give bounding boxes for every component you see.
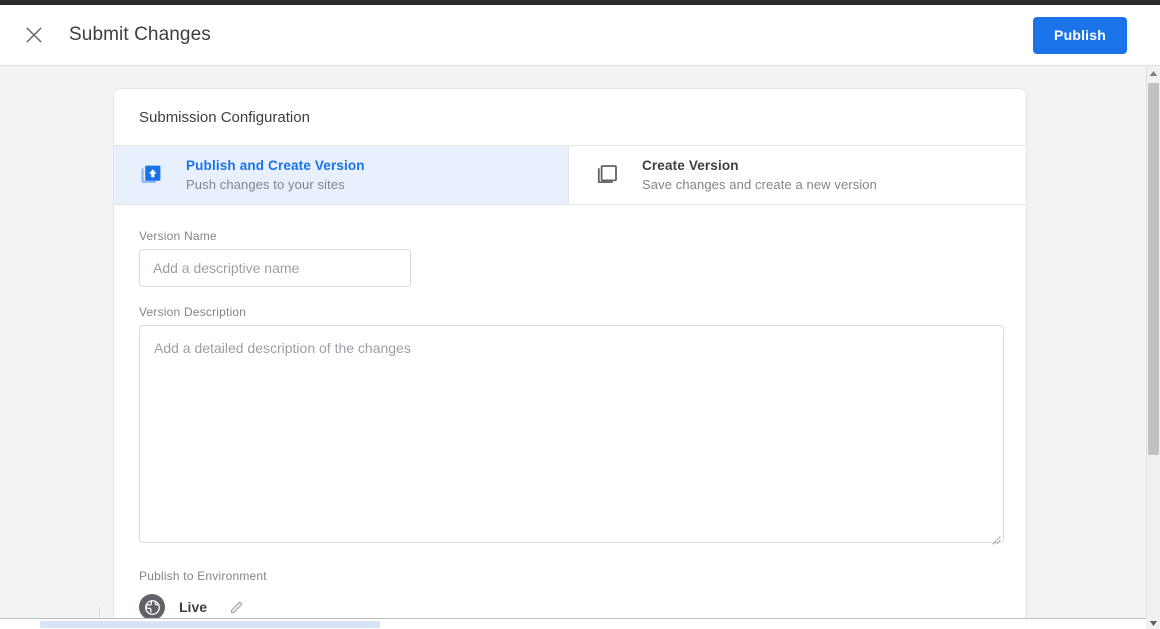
version-name-field-group: Version Name (139, 229, 1001, 287)
submission-form: Version Name Version Description Publish… (114, 205, 1026, 618)
vertical-scrollbar[interactable] (1146, 66, 1160, 618)
publish-button[interactable]: Publish (1033, 16, 1127, 54)
caret-up-icon[interactable] (1147, 66, 1160, 81)
version-name-label: Version Name (139, 229, 217, 243)
bottom-left-pane (0, 607, 100, 618)
globe-public-icon (139, 594, 165, 618)
option-subtitle: Save changes and create a new version (642, 176, 877, 192)
card-title: Submission Configuration (114, 89, 1026, 146)
submission-type-options: Publish and Create Version Push changes … (114, 146, 1026, 205)
version-description-wrapper (139, 325, 1004, 548)
option-title: Publish and Create Version (186, 157, 365, 173)
version-name-input[interactable] (139, 249, 411, 287)
version-description-textarea[interactable] (139, 325, 1004, 543)
horizontal-scrollbar-thumb[interactable] (40, 621, 380, 628)
page-title: Submit Changes (69, 24, 211, 45)
caret-down-icon[interactable] (1146, 618, 1160, 629)
publish-environment-label: Publish to Environment (139, 569, 267, 583)
option-text-group: Publish and Create Version Push changes … (186, 157, 365, 194)
option-publish-and-create-version[interactable]: Publish and Create Version Push changes … (114, 146, 569, 204)
scroll-content-area: Submission Configuration Publish and Cre… (0, 66, 1146, 618)
horizontal-scrollbar[interactable] (0, 618, 1146, 629)
option-create-version[interactable]: Create Version Save changes and create a… (569, 146, 1026, 204)
publish-environment-group: Publish to Environment Live (139, 569, 1001, 618)
environment-row: Live (139, 594, 1001, 618)
option-subtitle: Push changes to your sites (186, 176, 345, 192)
option-text-group: Create Version Save changes and create a… (642, 157, 877, 194)
app-header: Submit Changes Publish (0, 5, 1160, 66)
pencil-edit-icon[interactable] (228, 598, 246, 616)
copy-version-icon (594, 162, 620, 188)
vertical-scrollbar-thumb[interactable] (1148, 83, 1159, 455)
publish-upload-icon (138, 162, 164, 188)
environment-name: Live (179, 599, 208, 615)
version-description-label: Version Description (139, 305, 247, 319)
option-title: Create Version (642, 157, 739, 173)
close-icon[interactable] (22, 23, 46, 47)
submission-configuration-card: Submission Configuration Publish and Cre… (113, 88, 1027, 618)
version-description-field-group: Version Description (139, 305, 1004, 548)
